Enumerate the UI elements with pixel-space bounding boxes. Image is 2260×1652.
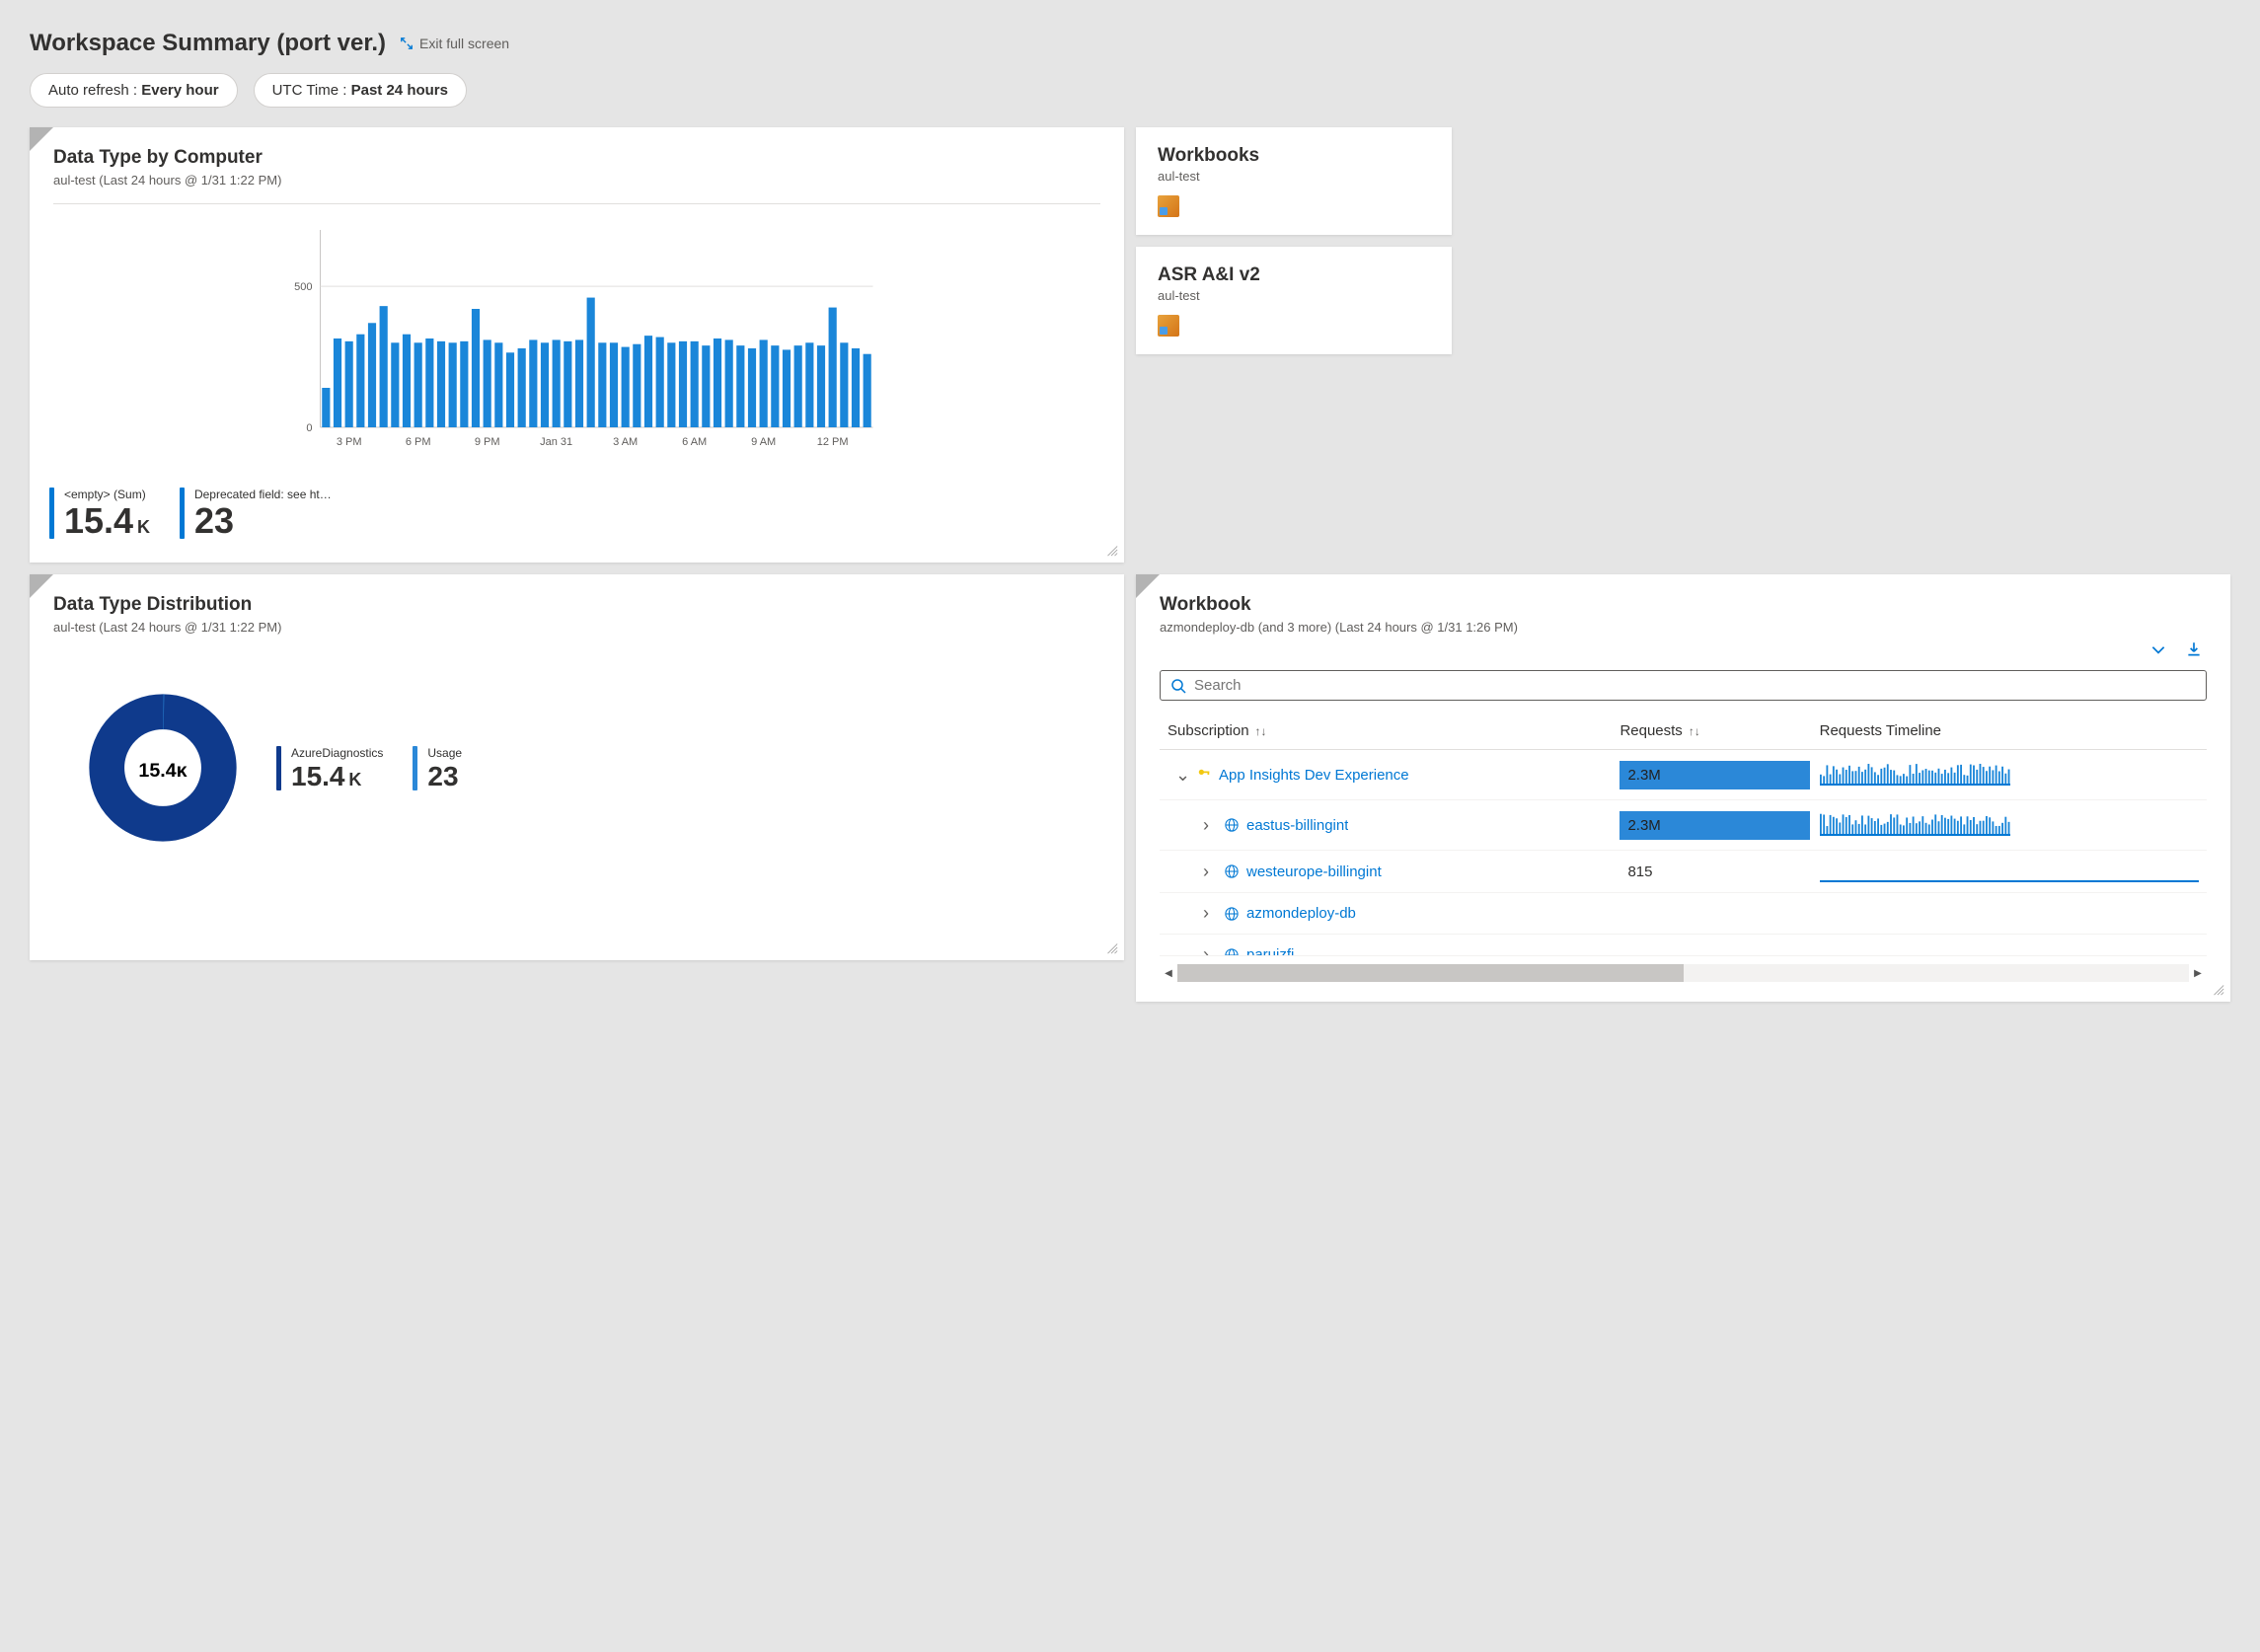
resize-handle-icon[interactable] — [2211, 982, 2224, 996]
filter-icon — [1138, 600, 1150, 612]
globe-icon — [1225, 818, 1239, 832]
svg-text:3 AM: 3 AM — [613, 436, 638, 448]
svg-text:500: 500 — [294, 281, 312, 293]
table-row[interactable]: › paruizfi — [1160, 935, 2207, 956]
search-input-wrapper[interactable] — [1160, 670, 2207, 701]
subscription-link[interactable]: App Insights Dev Experience — [1219, 767, 1409, 784]
tile-subtitle: aul-test (Last 24 hours @ 1/31 1:22 PM) — [53, 620, 1100, 635]
small-tile-title: Workbooks — [1158, 145, 1430, 167]
filter-icon — [32, 153, 43, 165]
chevron-down-icon[interactable]: ⌄ — [1175, 765, 1189, 786]
filter-dogear[interactable] — [30, 574, 53, 598]
search-input[interactable] — [1194, 677, 2196, 694]
scrollbar-thumb[interactable] — [1177, 964, 1684, 982]
subscription-link[interactable]: eastus-billingint — [1246, 817, 1348, 834]
chevron-right-icon[interactable]: › — [1203, 862, 1217, 882]
tile-workbook[interactable]: Workbook azmondeploy-db (and 3 more) (La… — [1136, 574, 2230, 1002]
tile-title: Workbook — [1160, 594, 2207, 616]
chevron-right-icon[interactable]: › — [1203, 944, 1217, 956]
tile-subtitle: aul-test (Last 24 hours @ 1/31 1:22 PM) — [53, 173, 1100, 188]
tile-subtitle: azmondeploy-db (and 3 more) (Last 24 hou… — [1160, 620, 2207, 635]
key-icon — [1197, 768, 1211, 782]
search-icon — [1170, 678, 1186, 694]
resize-handle-icon[interactable] — [1104, 940, 1118, 954]
exit-fullscreen-button[interactable]: Exit full screen — [400, 36, 509, 51]
table-header: Subscription↑↓ Requests↑↓ Requests Timel… — [1160, 713, 2207, 750]
small-tile-subtitle: aul-test — [1158, 169, 1430, 184]
small-tile-subtitle: aul-test — [1158, 288, 1430, 303]
workbook-icon — [1158, 315, 1179, 337]
bar-chart-svg: 500 0 3 PM 6 PM 9 PM Jan 31 3 AM 6 AM 9 AM 12 PM — [53, 220, 1100, 457]
globe-icon — [1225, 907, 1239, 921]
col-timeline[interactable]: Requests Timeline — [1820, 722, 2199, 739]
globe-icon — [1225, 948, 1239, 957]
table-row[interactable]: › eastus-billingint 2.3M — [1160, 800, 2207, 851]
requests-bar: 2.3M — [1620, 761, 1809, 789]
scroll-right-icon[interactable]: ▶ — [2189, 964, 2207, 982]
svg-text:6 PM: 6 PM — [406, 436, 431, 448]
bar-chart[interactable]: 500 0 3 PM 6 PM 9 PM Jan 31 3 AM 6 AM 9 AM 12 PM — [30, 210, 1124, 484]
table-row[interactable]: ⌄ App Insights Dev Experience 2.3M — [1160, 750, 2207, 800]
chevron-down-icon[interactable] — [2149, 640, 2167, 658]
requests-bar: 2.3M — [1620, 811, 1809, 840]
sparkline-empty — [1820, 861, 2199, 882]
globe-icon — [1225, 864, 1239, 878]
scroll-left-icon[interactable]: ◀ — [1160, 964, 1177, 982]
svg-text:3 PM: 3 PM — [337, 436, 362, 448]
tile-title: Data Type by Computer — [53, 147, 1100, 169]
tile-data-type-by-computer[interactable]: Data Type by Computer aul-test (Last 24 … — [30, 127, 1124, 563]
col-subscription[interactable]: Subscription↑↓ — [1168, 722, 1610, 739]
sparkline — [1820, 810, 2011, 836]
chevron-right-icon[interactable]: › — [1203, 903, 1217, 924]
col-requests[interactable]: Requests↑↓ — [1620, 722, 1809, 739]
filter-dogear[interactable] — [30, 127, 53, 151]
auto-refresh-pill[interactable]: Auto refresh : Every hour — [30, 73, 238, 108]
filter-dogear[interactable] — [1136, 574, 1160, 598]
download-icon[interactable] — [2185, 640, 2203, 658]
svg-text:6 AM: 6 AM — [682, 436, 707, 448]
exit-fullscreen-label: Exit full screen — [419, 36, 509, 51]
requests-value: 815 — [1620, 858, 1660, 886]
donut-chart[interactable]: 15.4ᴋ — [89, 694, 237, 842]
stat-empty-sum: <empty> (Sum) 15.4 K — [49, 488, 150, 539]
subscription-link[interactable]: azmondeploy-db — [1246, 905, 1356, 922]
time-range-pill[interactable]: UTC Time : Past 24 hours — [254, 73, 467, 108]
legend-azurediagnostics: AzureDiagnostics 15.4 K — [276, 746, 383, 789]
page-title: Workspace Summary (port ver.) — [30, 30, 386, 57]
horizontal-scrollbar[interactable]: ◀ ▶ — [1160, 964, 2207, 982]
svg-text:0: 0 — [306, 422, 312, 434]
legend-usage: Usage 23 — [413, 746, 462, 789]
svg-text:9 AM: 9 AM — [751, 436, 776, 448]
svg-text:9 PM: 9 PM — [475, 436, 500, 448]
tile-workbooks[interactable]: Workbooks aul-test — [1136, 127, 1452, 235]
svg-text:12 PM: 12 PM — [817, 436, 849, 448]
donut-center: 15.4ᴋ — [138, 760, 187, 782]
sparkline — [1820, 760, 2011, 786]
subscription-link[interactable]: paruizfi — [1246, 946, 1294, 956]
tile-data-type-distribution[interactable]: Data Type Distribution aul-test (Last 24… — [30, 574, 1124, 960]
workbook-icon — [1158, 195, 1179, 217]
subscription-link[interactable]: westeurope-billingint — [1246, 864, 1382, 880]
table-row[interactable]: › azmondeploy-db — [1160, 893, 2207, 935]
tile-asr[interactable]: ASR A&I v2 aul-test — [1136, 247, 1452, 354]
stat-deprecated: Deprecated field: see http:… 23 — [180, 488, 333, 539]
svg-text:Jan 31: Jan 31 — [540, 436, 572, 448]
expand-icon — [400, 37, 414, 50]
chevron-right-icon[interactable]: › — [1203, 815, 1217, 836]
resize-handle-icon[interactable] — [1104, 543, 1118, 557]
filter-icon — [32, 600, 43, 612]
small-tile-title: ASR A&I v2 — [1158, 264, 1430, 286]
tile-title: Data Type Distribution — [53, 594, 1100, 616]
table-row[interactable]: › westeurope-billingint 815 — [1160, 851, 2207, 893]
